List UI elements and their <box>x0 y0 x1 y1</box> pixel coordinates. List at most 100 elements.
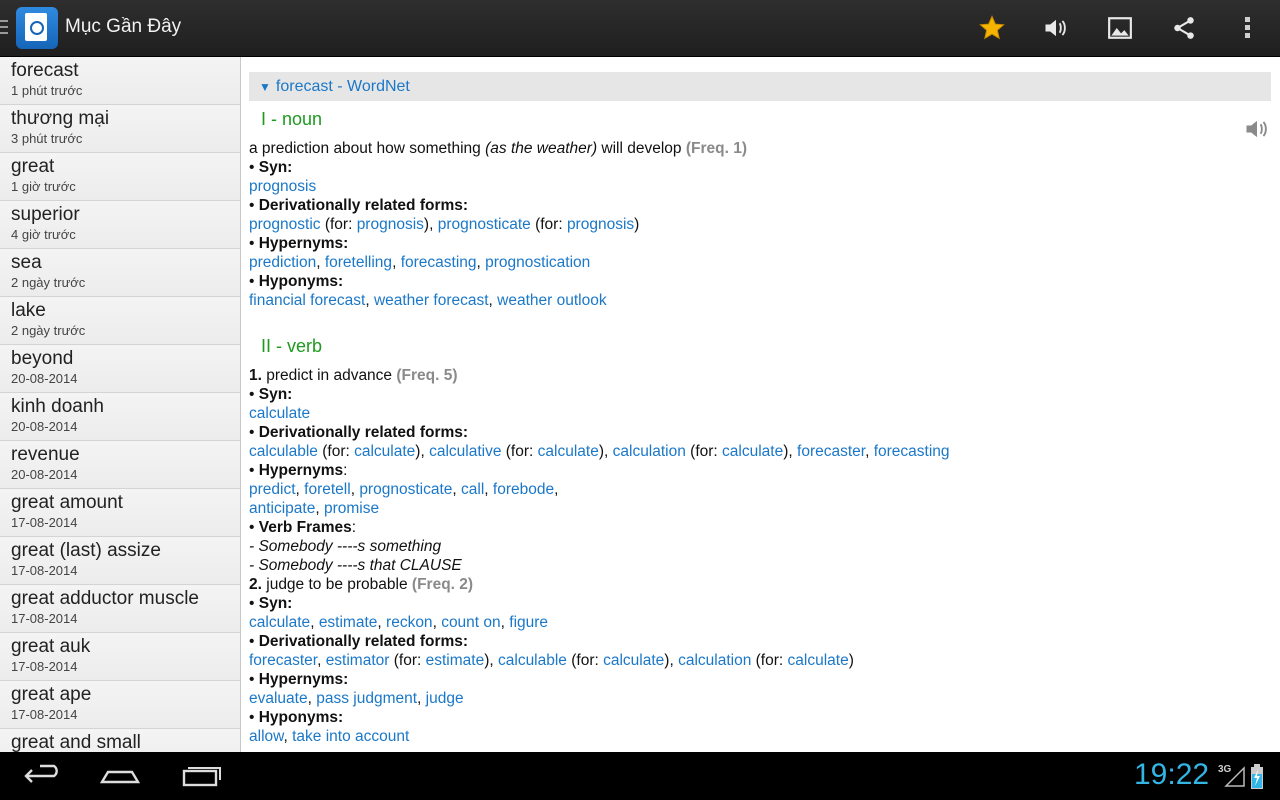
verb2-deriv-list: forecaster, estimator (for: estimate), c… <box>249 652 854 669</box>
word-link[interactable]: calculative <box>429 443 501 460</box>
history-word: kinh doanh <box>11 396 104 417</box>
verb1-hyper-list-2: anticipate, promise <box>249 500 380 517</box>
word-link[interactable]: call <box>461 481 484 498</box>
word-link[interactable]: take into account <box>292 728 409 745</box>
history-item[interactable]: beyond 20-08-2014 <box>0 345 240 393</box>
word-link[interactable]: figure <box>509 614 548 631</box>
image-icon <box>1108 17 1132 39</box>
noun-definition: a prediction about how something (as the… <box>249 140 748 157</box>
history-word: beyond <box>11 348 74 369</box>
back-button[interactable] <box>10 762 70 790</box>
word-link[interactable]: calculation <box>678 652 751 669</box>
history-item[interactable]: superior 4 giờ trước <box>0 201 240 249</box>
history-item[interactable]: great auk 17-08-2014 <box>0 633 240 681</box>
word-link[interactable]: evaluate <box>249 690 308 707</box>
source-header[interactable]: ▼ forecast - WordNet <box>249 72 1271 101</box>
word-link[interactable]: calculate <box>538 443 599 460</box>
noun-hyper-list: prediction, foretelling, forecasting, pr… <box>249 254 591 271</box>
recent-apps-icon <box>182 767 221 787</box>
word-link[interactable]: calculate <box>249 405 310 422</box>
history-item[interactable]: great adductor muscle 17-08-2014 <box>0 585 240 633</box>
history-item[interactable]: great and small <box>0 729 240 752</box>
word-link[interactable]: judge <box>426 690 464 707</box>
word-link[interactable]: estimate <box>319 614 378 631</box>
drawer-indicator-icon[interactable] <box>0 20 8 38</box>
recent-apps-button[interactable] <box>170 762 230 790</box>
history-item[interactable]: lake 2 ngày trước <box>0 297 240 345</box>
word-link[interactable]: prognosis <box>357 216 424 233</box>
image-button[interactable] <box>1100 8 1140 48</box>
home-icon <box>99 770 141 784</box>
word-link[interactable]: calculate <box>722 443 783 460</box>
word-link[interactable]: predict <box>249 481 296 498</box>
word-link[interactable]: promise <box>324 500 379 517</box>
app-logo-icon[interactable] <box>16 7 58 49</box>
speaker-icon <box>1045 19 1066 37</box>
share-button[interactable] <box>1164 8 1204 48</box>
history-item[interactable]: great amount 17-08-2014 <box>0 489 240 537</box>
system-nav-bar: 19:22 3G <box>0 752 1280 800</box>
home-button[interactable] <box>90 762 150 790</box>
pronounce-button[interactable] <box>1036 8 1076 48</box>
word-link[interactable]: calculable <box>249 443 318 460</box>
word-link[interactable]: calculate <box>249 614 310 631</box>
noun-hypo-label: • Hyponyms: <box>249 273 344 290</box>
word-link[interactable]: foretell <box>304 481 351 498</box>
definition-panel[interactable]: ▼ forecast - WordNet I - noun a predictio… <box>249 57 1273 752</box>
word-link[interactable]: calculate <box>603 652 664 669</box>
word-link[interactable]: forecaster <box>249 652 317 669</box>
word-link[interactable]: calculate <box>354 443 415 460</box>
overflow-menu-button[interactable] <box>1228 8 1268 48</box>
verb-sense1-definition: 1. predict in advance (Freq. 5) <box>249 367 458 384</box>
word-link[interactable]: allow <box>249 728 283 745</box>
verb1-hyper-list-1: predict, foretell, prognosticate, call, … <box>249 481 559 498</box>
history-item[interactable]: revenue 20-08-2014 <box>0 441 240 489</box>
word-link[interactable]: forecasting <box>401 254 477 271</box>
word-link[interactable]: anticipate <box>249 500 315 517</box>
favorite-button[interactable] <box>972 8 1012 48</box>
history-list[interactable]: forecast 1 phút trước thương mại 3 phút trư… <box>0 57 241 752</box>
pronounce-noun-button[interactable] <box>1243 115 1273 145</box>
word-link[interactable]: foretelling <box>325 254 392 271</box>
word-link[interactable]: prognostication <box>485 254 590 271</box>
pos-verb-heading: II - verb <box>261 336 323 356</box>
history-item[interactable]: thương mại 3 phút trước <box>0 105 240 153</box>
overflow-menu-icon <box>1245 17 1250 38</box>
word-link[interactable]: prognosis <box>567 216 634 233</box>
word-link[interactable]: calculate <box>788 652 849 669</box>
word-link[interactable]: calculation <box>613 443 686 460</box>
noun-deriv-label: • Derivationally related forms: <box>249 197 469 214</box>
history-word: great amount <box>11 492 123 513</box>
word-link[interactable]: weather forecast <box>374 292 489 309</box>
source-header-title: forecast - WordNet <box>275 78 410 95</box>
history-item[interactable]: kinh doanh 20-08-2014 <box>0 393 240 441</box>
word-link[interactable]: weather outlook <box>497 292 606 309</box>
word-link[interactable]: forecasting <box>874 443 950 460</box>
action-bar: Mục Gần Đây <box>0 0 1280 57</box>
noun-deriv-list: prognostic (for: prognosis), prognostica… <box>249 216 640 233</box>
history-item[interactable]: sea 2 ngày trước <box>0 249 240 297</box>
history-word: lake <box>11 300 46 321</box>
word-link[interactable]: estimate <box>426 652 485 669</box>
word-link[interactable]: prediction <box>249 254 316 271</box>
history-item[interactable]: forecast 1 phút trước <box>0 57 240 105</box>
word-link[interactable]: calculable <box>498 652 567 669</box>
word-link[interactable]: forecaster <box>797 443 865 460</box>
word-link[interactable]: prognosticate <box>359 481 452 498</box>
word-link[interactable]: reckon <box>386 614 433 631</box>
history-item[interactable]: great 1 giờ trước <box>0 153 240 201</box>
verb1-deriv-label: • Derivationally related forms: <box>249 424 469 441</box>
history-word: great (last) assize <box>11 540 161 561</box>
word-link[interactable]: prognosticate <box>438 216 531 233</box>
word-link[interactable]: estimator <box>326 652 390 669</box>
word-link[interactable]: prognosis <box>249 178 316 195</box>
word-link[interactable]: count on <box>441 614 500 631</box>
history-word: forecast <box>11 60 79 81</box>
word-link[interactable]: forebode <box>493 481 554 498</box>
word-link[interactable]: prognostic <box>249 216 321 233</box>
noun-hyper-label: • Hypernyms: <box>249 235 349 252</box>
word-link[interactable]: pass judgment <box>316 690 417 707</box>
history-item[interactable]: great (last) assize 17-08-2014 <box>0 537 240 585</box>
word-link[interactable]: financial forecast <box>249 292 365 309</box>
history-item[interactable]: great ape 17-08-2014 <box>0 681 240 729</box>
